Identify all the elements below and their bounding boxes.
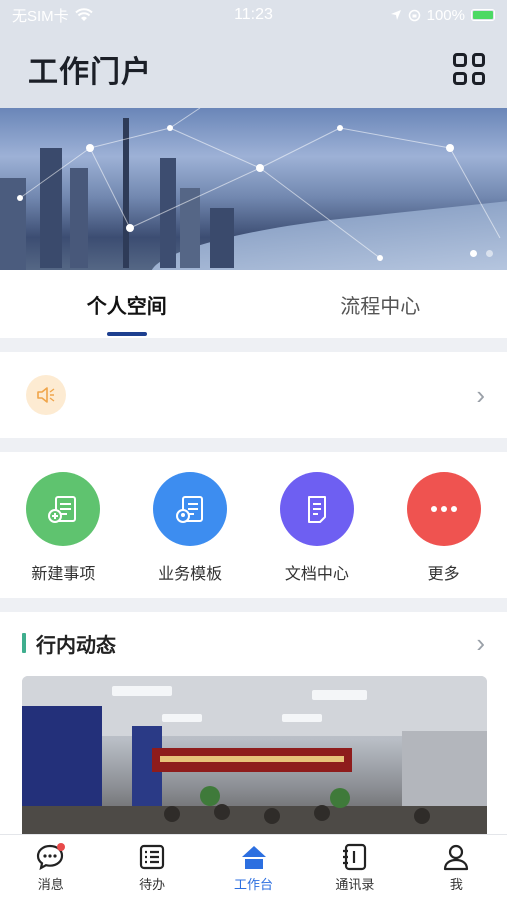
news-section: 行内动态 › <box>0 612 507 834</box>
quick-action-more[interactable]: 更多 <box>394 472 494 584</box>
tab-personal-space[interactable]: 个人空间 <box>0 270 254 338</box>
speaker-icon <box>26 375 66 415</box>
tab-label: 待办 <box>139 876 166 892</box>
status-bar: 无SIM卡 11:23 100% <box>0 0 507 30</box>
template-icon <box>153 472 228 546</box>
tab-todo[interactable]: 待办 <box>101 835 202 900</box>
tab-process-center[interactable]: 流程中心 <box>254 270 507 338</box>
chevron-right-icon[interactable]: › <box>476 380 485 411</box>
quick-action-label: 新建事项 <box>31 566 96 583</box>
tab-label: 工作台 <box>234 876 274 892</box>
news-photo[interactable] <box>22 676 487 834</box>
bottom-tab-bar: 消息 待办 工作台 通讯录 我 <box>0 834 507 900</box>
app-header: 工作门户 <box>0 30 507 108</box>
battery-icon <box>471 9 495 21</box>
more-icon <box>406 472 481 546</box>
quick-action-document[interactable]: 文档中心 <box>267 472 367 584</box>
tab-workbench[interactable]: 工作台 <box>203 835 304 900</box>
document-icon <box>279 472 354 546</box>
user-icon <box>444 844 469 870</box>
page-title: 工作门户 <box>28 56 152 89</box>
space-tabs: 个人空间 流程中心 <box>0 270 507 338</box>
carousel-dot[interactable] <box>486 250 493 257</box>
tab-label: 流程中心 <box>340 295 421 318</box>
network-lines <box>17 108 501 261</box>
workbench-icon <box>241 845 266 869</box>
quick-actions: 新建事项 业务模板 文档中心 更多 <box>0 452 507 598</box>
meeting-room-image <box>22 676 487 834</box>
notice-bar[interactable]: › <box>0 352 507 438</box>
tab-label: 我 <box>449 876 463 892</box>
contacts-icon <box>342 843 367 870</box>
tab-label: 消息 <box>37 876 64 892</box>
tab-label: 通讯录 <box>335 876 375 892</box>
tab-underline <box>106 332 147 336</box>
quick-action-label: 更多 <box>427 566 460 583</box>
quick-action-template[interactable]: 业务模板 <box>140 472 240 584</box>
todo-icon <box>140 844 165 869</box>
quick-action-new-item[interactable]: 新建事项 <box>13 472 113 584</box>
tab-contacts[interactable]: 通讯录 <box>304 835 405 900</box>
tab-message[interactable]: 消息 <box>0 835 101 900</box>
tab-label: 个人空间 <box>86 295 167 318</box>
news-header[interactable]: 行内动态 › <box>0 612 507 674</box>
banner-carousel[interactable] <box>0 108 507 270</box>
tab-me[interactable]: 我 <box>406 835 507 900</box>
quick-action-label: 文档中心 <box>284 566 349 583</box>
chevron-right-icon[interactable]: › <box>476 628 485 659</box>
message-icon <box>36 842 65 870</box>
section-accent-bar <box>22 633 26 653</box>
carousel-dot-active[interactable] <box>470 250 477 257</box>
news-title: 行内动态 <box>36 634 116 657</box>
quick-action-label: 业务模板 <box>158 566 223 583</box>
new-item-icon <box>26 472 101 546</box>
grid-icon[interactable] <box>453 53 485 85</box>
status-time: 11:23 <box>234 6 273 23</box>
